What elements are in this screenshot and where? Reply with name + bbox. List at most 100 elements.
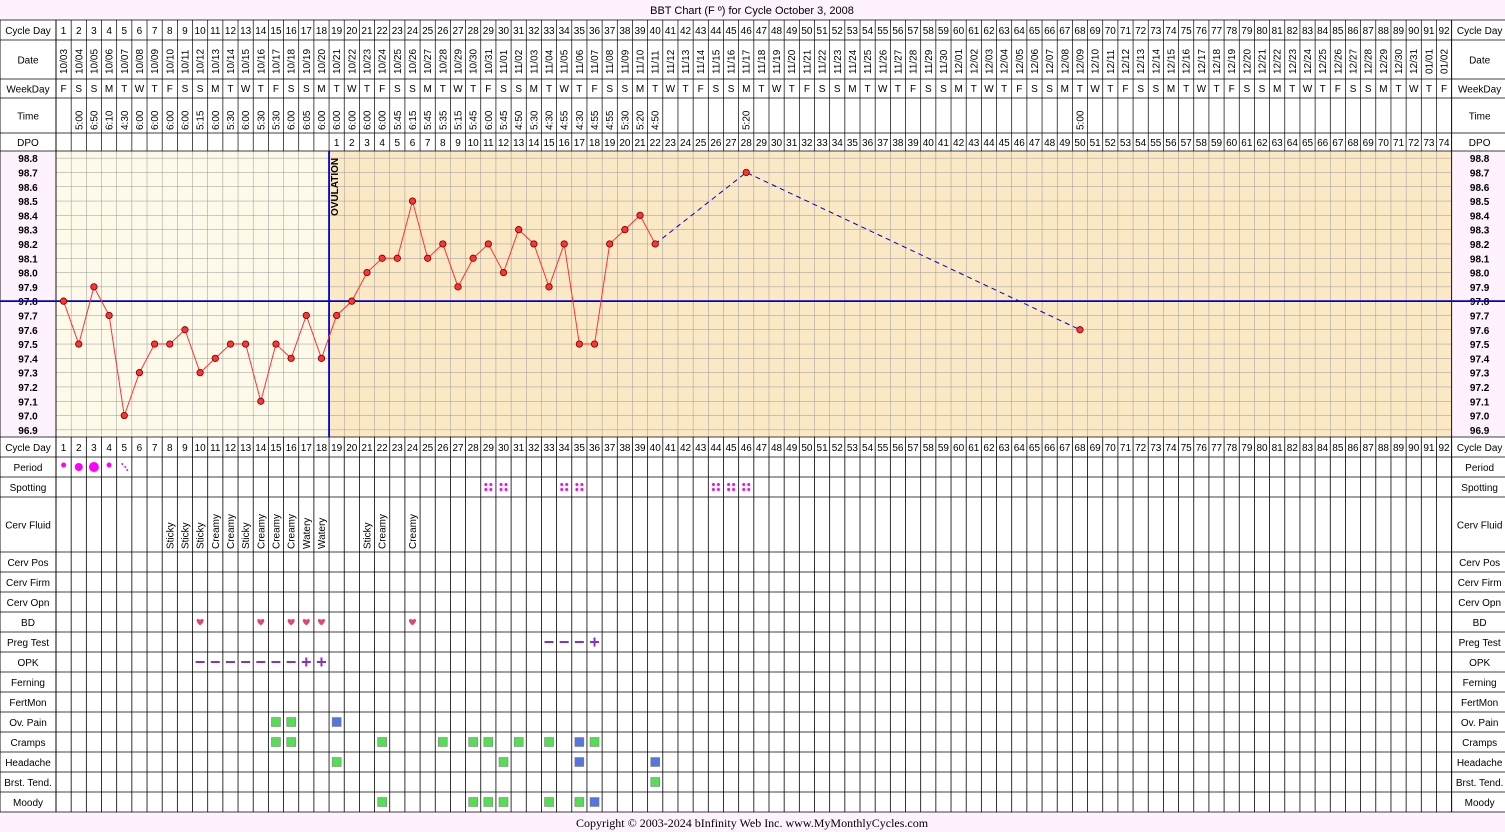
time-label: 4:55: [560, 110, 571, 130]
dpo-number: 69: [1363, 138, 1375, 149]
cycle-day-number: 3: [91, 26, 97, 37]
cycle-day-number: 36: [589, 26, 601, 37]
cycle-day-number: 79: [1241, 26, 1253, 37]
weekday-label: M: [530, 84, 538, 95]
dpo-number: 60: [1226, 138, 1238, 149]
dpo-number: 70: [1378, 138, 1390, 149]
weekday-label: F: [61, 84, 67, 95]
spotting-mark: [504, 483, 508, 486]
weekday-label: F: [379, 84, 385, 95]
spotting-mark: [575, 483, 579, 486]
row-label-right: Brst. Tend.: [1456, 778, 1504, 789]
time-label: 5:15: [454, 110, 465, 130]
cycle-day-number: 74: [1165, 443, 1177, 454]
date-label: 12/05: [1015, 49, 1026, 74]
cycle-day-number: 47: [756, 26, 768, 37]
left-label-date: Date: [17, 56, 39, 67]
date-label: 11/13: [681, 49, 692, 74]
cycle-day-number: 39: [634, 26, 646, 37]
weekday-label: W: [135, 84, 145, 95]
dpo-number: 15: [543, 138, 555, 149]
cycle-day-number: 30: [498, 26, 510, 37]
cycle-day-number: 73: [1150, 443, 1162, 454]
cycle-day-number: 29: [483, 26, 495, 37]
cycle-day-number: 34: [559, 26, 571, 37]
weekday-label: M: [105, 84, 113, 95]
dpo-number: 34: [832, 138, 844, 149]
date-label: 10/30: [469, 49, 480, 74]
row-label-right: Cerv Opn: [1458, 598, 1501, 609]
weekday-label: F: [591, 84, 597, 95]
symptom-green-box: [286, 737, 296, 747]
y-tick-label-left: 98.0: [18, 269, 38, 280]
spotting-mark: [747, 483, 751, 486]
date-label: 12/16: [1182, 49, 1193, 74]
cycle-day-number: 67: [1059, 26, 1071, 37]
cycle-day-number: 26: [437, 443, 449, 454]
weekday-label: T: [258, 84, 264, 95]
cycle-day-number: 61: [968, 443, 980, 454]
weekday-label: S: [515, 84, 522, 95]
dpo-number: 21: [634, 138, 646, 149]
row-label-right: Spotting: [1461, 483, 1498, 494]
temperature-point: [363, 268, 371, 277]
y-tick-label-left: 96.9: [18, 426, 38, 437]
cycle-day-number: 68: [1074, 26, 1086, 37]
dpo-number: 5: [395, 138, 401, 149]
dpo-number: 63: [1272, 138, 1284, 149]
temperature-point: [1076, 326, 1084, 334]
cycle-day-number: 14: [255, 26, 267, 37]
temperature-point: [242, 340, 250, 348]
time-label: 5:20: [742, 110, 753, 130]
y-tick-label-left: 98.7: [18, 168, 38, 179]
cycle-day-number: 8: [167, 443, 173, 454]
cycle-day-number: 16: [286, 443, 298, 454]
cycle-day-number: 48: [771, 443, 783, 454]
temperature-point: [257, 397, 265, 405]
temperature-point: [651, 240, 659, 248]
cycle-day-number: 80: [1256, 443, 1268, 454]
row-label-left: BD: [21, 618, 35, 629]
temperature-point: [408, 197, 417, 205]
cycle-day-number: 38: [619, 26, 631, 37]
dpo-number: 4: [379, 138, 385, 149]
temperature-point: [560, 240, 568, 248]
cycle-day-number: 90: [1408, 26, 1420, 37]
weekday-label: S: [1259, 84, 1266, 95]
cycle-day-number: 58: [923, 443, 935, 454]
cycle-day-number: 30: [498, 443, 510, 454]
dpo-number: 41: [938, 138, 950, 149]
cycle-day-number: 36: [589, 443, 601, 454]
cycle-day-number: 91: [1423, 26, 1435, 37]
cycle-day-number: 84: [1317, 443, 1329, 454]
date-label: 12/21: [1258, 49, 1269, 74]
weekday-label: F: [1441, 84, 1447, 95]
dpo-number: 11: [483, 138, 494, 149]
cycle-day-number: 51: [817, 443, 829, 454]
dpo-number: 12: [498, 138, 510, 149]
date-label: 10/12: [196, 49, 207, 74]
weekday-label: T: [1183, 84, 1189, 95]
cerv-fluid-label: Creamy: [378, 514, 389, 549]
cerv-fluid-label: Sticky: [241, 522, 252, 549]
temperature-point: [439, 240, 447, 248]
dpo-number: 19: [604, 138, 616, 149]
weekday-label: S: [728, 84, 735, 95]
weekday-label: S: [1152, 84, 1159, 95]
cycle-day-number: 1: [61, 26, 67, 37]
date-label: 11/02: [514, 49, 525, 74]
date-label: 12/27: [1349, 49, 1360, 74]
left-label-dpo: DPO: [17, 138, 39, 149]
y-tick-label-left: 98.6: [18, 183, 38, 194]
weekday-label: T: [576, 84, 582, 95]
date-label: 12/20: [1242, 49, 1253, 74]
cycle-day-number: 45: [726, 443, 738, 454]
weekday-label: F: [273, 84, 279, 95]
cycle-day-number: 77: [1211, 26, 1223, 37]
spotting-mark: [575, 488, 579, 491]
cycle-day-number: 89: [1393, 26, 1405, 37]
symptom-green-box: [271, 737, 281, 747]
cycle-day-number: 47: [756, 443, 768, 454]
cycle-day-number: 32: [528, 443, 540, 454]
row-label-left: Headache: [5, 758, 51, 769]
